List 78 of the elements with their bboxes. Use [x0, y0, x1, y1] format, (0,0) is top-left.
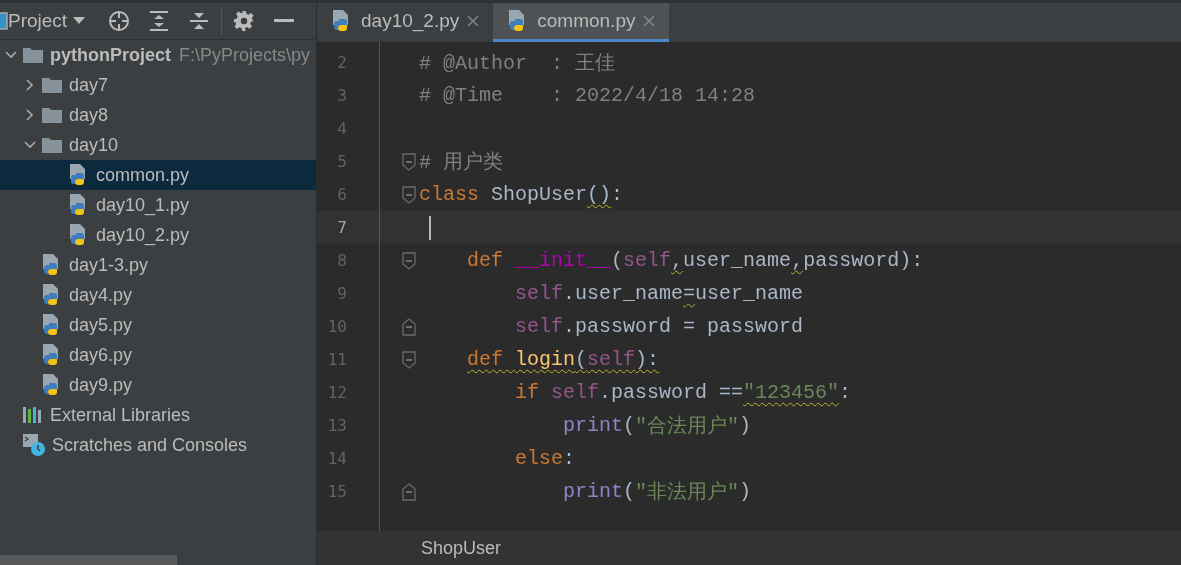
- tree-item-label: pythonProject: [50, 44, 171, 66]
- line-number: 12: [326, 383, 347, 402]
- tree-item[interactable]: day8: [0, 100, 316, 130]
- fold-icon[interactable]: [401, 184, 417, 205]
- line-number: 13: [326, 416, 347, 435]
- code-line: # 用户类: [419, 150, 503, 175]
- tree-item-label: common.py: [96, 164, 190, 186]
- code-line: class ShopUser():: [419, 183, 624, 206]
- panel-icon: [0, 12, 8, 30]
- line-number: 11: [326, 350, 347, 369]
- line-number: 10: [326, 317, 347, 336]
- folder-icon: [22, 46, 44, 64]
- text-cursor: [429, 215, 431, 240]
- breadcrumb[interactable]: ShopUser: [421, 538, 502, 559]
- tree-item-label: day6.py: [69, 344, 133, 366]
- caret-icon: [73, 17, 86, 25]
- close-icon[interactable]: [643, 15, 656, 27]
- code-line: def login(self):: [466, 348, 660, 371]
- tree-item-label: Scratches and Consoles: [52, 434, 248, 456]
- tree-item-label: day4.py: [69, 284, 133, 306]
- line-number: 3: [336, 86, 347, 105]
- folder-icon: [41, 106, 63, 124]
- line-number: 6: [336, 185, 347, 204]
- fold-icon[interactable]: [401, 349, 417, 370]
- code-line: self.password = password: [514, 315, 804, 338]
- tree-item[interactable]: Scratches and Consoles: [0, 430, 316, 460]
- tree-item-label: External Libraries: [50, 404, 191, 426]
- project-view-dropdown[interactable]: Project: [8, 10, 86, 32]
- editor-tab[interactable]: common.py: [493, 3, 670, 42]
- line-number: 7: [336, 218, 347, 237]
- tree-item[interactable]: day7: [0, 70, 316, 100]
- project-path: F:\PyProjects\py: [179, 44, 311, 66]
- tree-item-label: day10_2.py: [96, 224, 190, 246]
- line-number: 14: [326, 449, 347, 468]
- line-number: 5: [336, 152, 347, 171]
- code-line: self.user_name=user_name: [514, 282, 804, 305]
- tree-item-label: day7: [69, 74, 109, 96]
- close-icon[interactable]: [467, 15, 480, 27]
- code-line: def __init__(self,user_name,password):: [466, 249, 924, 272]
- code-line: # @Time : 2022/4/18 14:28: [419, 84, 756, 107]
- line-number: 9: [336, 284, 347, 303]
- folder-icon: [41, 136, 63, 154]
- tree-item-label: day1-3.py: [69, 254, 149, 276]
- tree-item-label: day8: [69, 104, 109, 126]
- fold-icon[interactable]: [401, 481, 417, 502]
- code-line: print("非法用户"): [562, 479, 752, 505]
- editor-tab[interactable]: day10_2.py: [317, 3, 494, 42]
- tree-item[interactable]: common.py: [0, 160, 316, 190]
- tree-item-label: day5.py: [69, 314, 133, 336]
- fold-icon[interactable]: [401, 316, 417, 337]
- tree-item-label: day10: [69, 134, 119, 156]
- tree-item[interactable]: day1-3.py: [0, 250, 316, 280]
- code-editor[interactable]: [317, 42, 1181, 531]
- tree-item[interactable]: day10_2.py: [0, 220, 316, 250]
- line-number: 4: [336, 119, 347, 138]
- code-line: if self.password =="123456":: [514, 381, 852, 404]
- code-line: # @Author : 王佳: [419, 51, 616, 76]
- code-line: print("合法用户"): [562, 413, 752, 439]
- fold-icon[interactable]: [401, 250, 417, 271]
- tree-item[interactable]: day5.py: [0, 310, 316, 340]
- fold-icon[interactable]: [401, 151, 417, 172]
- code-line: else:: [514, 447, 576, 470]
- line-number: 8: [336, 251, 347, 270]
- tree-item[interactable]: day10: [0, 130, 316, 160]
- library-icon: [22, 405, 44, 425]
- tree-item[interactable]: pythonProject F:\PyProjects\py: [0, 40, 316, 70]
- folder-icon: [41, 76, 63, 94]
- tree-item-label: day9.py: [69, 374, 133, 396]
- scrollbar[interactable]: [0, 555, 177, 565]
- tree-item-label: day10_1.py: [96, 194, 190, 216]
- tree-item[interactable]: day10_1.py: [0, 190, 316, 220]
- tree-item[interactable]: day4.py: [0, 280, 316, 310]
- line-number: 15: [326, 482, 347, 501]
- scratches-icon: [22, 433, 46, 457]
- tree-item[interactable]: External Libraries: [0, 400, 316, 430]
- tree-item[interactable]: day9.py: [0, 370, 316, 400]
- tree-item[interactable]: day6.py: [0, 340, 316, 370]
- line-number: 2: [336, 53, 347, 72]
